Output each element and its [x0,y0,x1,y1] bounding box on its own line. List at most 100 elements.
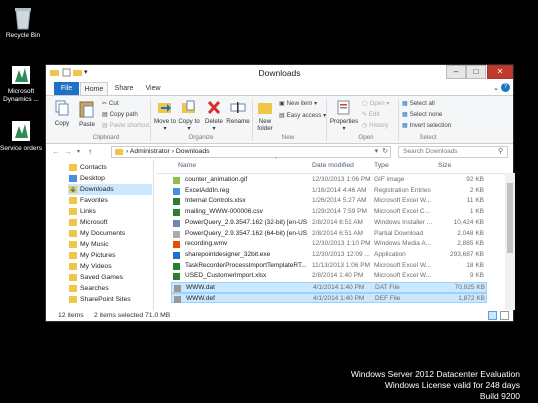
large-icons-view-icon[interactable] [500,311,509,320]
select-none-button[interactable]: ▦ Select none [402,111,442,118]
file-type: Application [374,250,406,258]
nav-item-microsoft[interactable]: Microsoft [68,217,152,228]
file-icon [173,251,180,259]
nav-item-saved-games[interactable]: Saved Games [68,272,152,283]
file-size: 2 KB [469,186,484,194]
nav-item-searches[interactable]: Searches [68,283,152,294]
file-list: Name ⌃ Date modified Type Size counter_a… [156,157,515,310]
file-name: PowerQuery_2.9.3547.162 (32-bit) [en-US.… [185,218,307,226]
file-size: 2,048 KB [457,229,484,237]
tab-share[interactable]: Share [112,82,136,95]
nav-item-downloads[interactable]: Downloads [68,184,152,195]
new-item-button[interactable]: ▣ New item ▾ [279,100,317,107]
select-all-button[interactable]: ▦ Select all [402,100,435,107]
tab-view[interactable]: View [142,82,164,95]
column-name[interactable]: Name [178,162,196,169]
file-icon [173,209,180,217]
breadcrumb-downloads[interactable]: Downloads [176,148,210,155]
table-row[interactable]: PowerQuery_2.9.3547.162 (64-bit) [en-US.… [171,229,487,240]
file-name: WWW.def [186,294,215,302]
nav-item-my-videos[interactable]: My Videos [68,261,152,272]
ribbon-divider [252,99,253,141]
nav-item-sharepoint-sites[interactable]: SharePoint Sites [68,294,152,305]
easy-access-button[interactable]: ▤ Easy access ▾ [279,112,326,119]
delete-label: Delete [205,118,223,125]
help-icon[interactable]: ? [501,83,510,92]
table-row[interactable]: recording.wmv 12/30/2013 1:10 PM Windows M… [171,239,487,250]
tab-file[interactable]: File [54,82,79,95]
back-arrow-icon[interactable]: ← [52,147,60,156]
table-row[interactable]: PowerQuery_2.9.3547.162 (32-bit) [en-US.… [171,218,487,229]
minimize-button[interactable]: – [446,65,466,79]
table-row[interactable]: ExcelAddIn.reg 1/16/2014 4:46 AM Registrat… [171,186,487,197]
new-folder-button[interactable]: New folder [254,100,276,132]
chevron-right-icon: › [171,148,174,155]
sharepoint-icon [69,296,77,303]
address-bar[interactable]: › Administrator › Downloads ▾ ↻ [111,146,391,158]
tab-home[interactable]: Home [80,82,108,95]
cut-button[interactable]: ✂ Cut [102,100,119,107]
column-type[interactable]: Type [374,162,389,169]
ribbon: Copy Paste ✂ Cut ▤ Copy path ▤ Paste sho… [46,95,513,144]
nav-item-contacts[interactable]: Contacts [68,162,152,173]
paste-label: Paste [79,121,95,128]
table-row[interactable]: counter_animation.gif 12/30/2013 1:06 PM G… [171,175,487,186]
nav-item-my-pictures[interactable]: My Pictures [68,250,152,261]
file-icon [173,230,180,238]
nav-item-label: Downloads [80,186,114,193]
table-row[interactable]: WWW.dat 4/1/2014 1:40 PM DAT File 70,925 KB [171,282,487,293]
table-row[interactable]: TaskRecorderProcessImportTemplateRT... 11… [171,261,487,272]
open-button[interactable]: ▢ Open ▾ [362,100,390,107]
refresh-icon[interactable]: ↻ [382,147,388,157]
history-button[interactable]: ◷ History [362,122,388,129]
breadcrumb-administrator[interactable]: Administrator [130,148,170,155]
forward-arrow-icon[interactable]: → [64,147,72,156]
file-date: 2/8/2014 1:40 PM [312,272,364,280]
chevron-down-icon[interactable]: ⌄ [493,84,499,92]
desktop-icon-service-orders[interactable]: Service orders [0,119,44,153]
table-row[interactable]: WWW.def 4/1/2014 1:40 PM DEF File 1,872 KB [171,292,487,304]
folder-icon [115,148,123,155]
scrollbar-thumb[interactable] [507,183,513,253]
table-row[interactable]: sharepointdesigner_32bit.exe 12/30/2013 1… [171,250,487,261]
pictures-icon [69,252,77,259]
maximize-button[interactable]: □ [466,65,486,79]
close-button[interactable]: ✕ [487,65,513,79]
properties-label: Properties [329,118,359,125]
nav-item-my-documents[interactable]: My Documents [68,228,152,239]
rename-button[interactable]: Rename [226,100,250,125]
nav-item-links[interactable]: Links [68,206,152,217]
column-size[interactable]: Size [438,162,451,169]
chevron-down-icon[interactable]: ▾ [375,147,378,157]
properties-button[interactable]: Properties ▾ [329,100,359,132]
file-size: 1,872 KB [458,294,485,302]
recent-locations-icon[interactable]: ▾ [77,148,80,155]
move-to-button[interactable]: Move to ▾ [154,100,176,132]
details-view-icon[interactable] [488,311,497,320]
table-row[interactable]: Internal Controls.xlsx 1/26/2014 5:27 AM M… [171,196,487,207]
table-row[interactable]: USED_CustomerImport.xlsx 2/8/2014 1:40 PM… [171,271,487,282]
delete-button[interactable]: Delete ▾ [203,100,225,132]
paste-button[interactable]: Paste [76,100,98,128]
copy-path-button[interactable]: ▤ Copy path [102,111,138,118]
move-to-label: Move to [154,118,177,125]
paste-shortcut-button[interactable]: ▤ Paste shortcut [102,122,149,129]
copy-to-button[interactable]: Copy to ▾ [178,100,200,132]
invert-selection-icon: ▦ [402,122,408,129]
vertical-scrollbar[interactable] [505,173,515,310]
invert-selection-button[interactable]: ▦ Invert selection [402,122,451,129]
desktop-icon-recycle-bin[interactable]: Recycle Bin [0,6,46,40]
column-date-modified[interactable]: Date modified [312,162,354,169]
table-row[interactable]: mailing_WWW-000006.csv 1/29/2014 7:59 PM M… [171,207,487,218]
edit-button[interactable]: ✎ Edit [362,111,380,118]
up-arrow-icon[interactable]: ↑ [88,147,92,156]
file-date: 12/30/2013 12:09 ... [312,250,370,258]
search-icon[interactable]: ⚲ [498,147,503,155]
copy-button[interactable]: Copy [52,100,72,127]
nav-item-favorites[interactable]: Favorites [68,195,152,206]
file-icon [173,187,180,195]
desktop-icon-dynamics[interactable]: Microsoft Dynamics ... [0,62,44,104]
nav-item-my-music[interactable]: My Music [68,239,152,250]
nav-item-desktop[interactable]: Desktop [68,173,152,184]
search-input[interactable]: Search Downloads [398,146,508,158]
